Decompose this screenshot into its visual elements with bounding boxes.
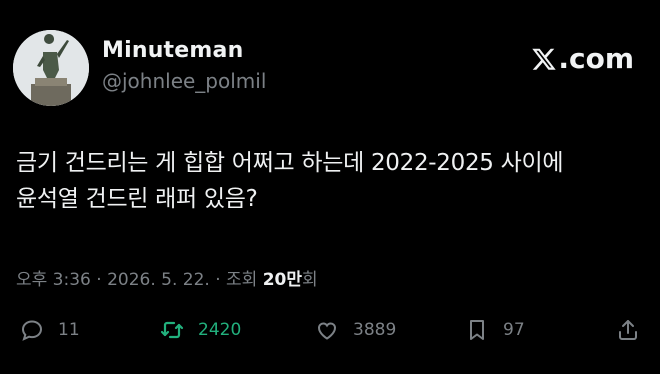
like-button[interactable]: 3889 (315, 318, 396, 342)
brand-label: .com (558, 42, 634, 75)
reply-icon (21, 320, 43, 341)
x-logo-icon (532, 48, 557, 70)
tweet-meta: 오후 3:36 · 2026. 5. 22. · 조회 20만회 (16, 265, 318, 290)
views-suffix: 회 (302, 270, 318, 290)
separator: · (215, 270, 227, 290)
reply-count: 11 (58, 320, 80, 340)
tweet-line: 윤석열 건드린 래퍼 있음? (16, 186, 258, 212)
bookmark-icon (470, 320, 484, 340)
bookmark-button[interactable]: 97 (465, 318, 525, 342)
views-label: 조회 (226, 270, 258, 290)
reply-button[interactable]: 11 (20, 318, 80, 342)
avatar[interactable] (13, 30, 89, 106)
post-time[interactable]: 오후 3:36 (16, 270, 91, 290)
share-icon (619, 320, 637, 340)
action-bar: 11 2420 3889 97 (20, 318, 642, 346)
user-block: Minuteman @johnlee_polmil (102, 38, 266, 93)
bookmark-count: 97 (503, 320, 525, 340)
brand-watermark: .com (531, 42, 634, 75)
user-handle[interactable]: @johnlee_polmil (102, 69, 266, 93)
tweet-line: 금기 건드리는 게 힙합 어쩌고 하는데 2022-2025 사이에 (16, 150, 564, 176)
separator: · (96, 270, 108, 290)
like-count: 3889 (353, 320, 397, 340)
retweet-count: 2420 (198, 320, 242, 340)
heart-icon (317, 322, 337, 340)
post-date[interactable]: 2026. 5. 22. (107, 270, 210, 290)
tweet-text: 금기 건드리는 게 힙합 어쩌고 하는데 2022-2025 사이에 윤석열 건… (16, 145, 646, 217)
retweet-button[interactable]: 2420 (160, 318, 241, 342)
views-count: 20만 (262, 270, 303, 290)
share-button[interactable] (616, 318, 654, 342)
retweet-icon (160, 321, 184, 339)
display-name[interactable]: Minuteman (102, 38, 266, 63)
